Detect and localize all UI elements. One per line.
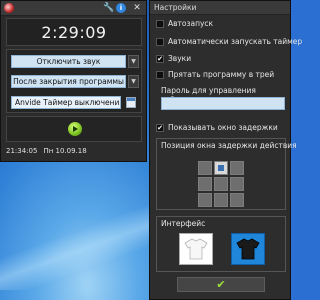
ok-button[interactable]: ✔ xyxy=(177,277,265,292)
chevron-down-icon[interactable]: ▼ xyxy=(128,75,139,88)
sound-dropdown[interactable]: Отключить звук ▼ xyxy=(11,55,139,68)
show-delay-option[interactable]: ✔ Показывать окно задержки xyxy=(156,123,278,132)
autorun-timer-checkbox[interactable] xyxy=(156,37,164,46)
play-icon xyxy=(73,126,78,132)
task-name-field[interactable]: Anvide Таймер выключения xyxy=(11,96,121,109)
status-date: Пн 10.09.18 xyxy=(43,147,87,155)
desktop-light-stripe xyxy=(0,200,150,290)
show-delay-label: Показывать окно задержки xyxy=(168,123,278,132)
autostart-label: Автозапуск xyxy=(168,19,214,28)
interface-title: Интерфейс xyxy=(161,219,206,228)
close-icon[interactable]: ✕ xyxy=(132,3,142,13)
info-icon[interactable]: i xyxy=(116,3,126,13)
delay-position-title: Позиция окна задержки действия xyxy=(161,141,297,150)
chevron-down-icon[interactable]: ▼ xyxy=(128,55,139,68)
status-time: 21:34:05 xyxy=(6,147,38,155)
sounds-checkbox[interactable]: ✔ xyxy=(156,54,164,63)
play-panel xyxy=(6,116,142,142)
show-delay-checkbox[interactable]: ✔ xyxy=(156,123,164,132)
play-button[interactable] xyxy=(68,122,82,136)
position-grid xyxy=(198,161,244,207)
position-cell-middle-right[interactable] xyxy=(230,177,244,191)
autostart-option[interactable]: Автозапуск xyxy=(156,19,213,28)
interface-section: Интерфейс xyxy=(156,216,286,272)
black-shirt-icon xyxy=(236,238,260,260)
position-cell-middle-center[interactable] xyxy=(214,177,228,191)
timer-controls: Отключить звук ▼ После закрытия программ… xyxy=(6,49,142,113)
sounds-option[interactable]: ✔ Звуки xyxy=(156,54,191,63)
app-logo-icon xyxy=(4,3,14,13)
action-dropdown[interactable]: После закрытия программы ▼ xyxy=(11,75,139,88)
timer-titlebar: 🔧 i ✕ xyxy=(1,1,146,16)
sounds-label: Звуки xyxy=(168,54,192,63)
timer-clock: 2:29:09 xyxy=(41,22,107,42)
hide-tray-label: Прятать программу в трей xyxy=(168,70,275,79)
autorun-timer-label: Автоматически запускать таймер xyxy=(168,37,303,46)
position-cell-bottom-center[interactable] xyxy=(214,193,228,207)
clock-panel: 2:29:09 xyxy=(6,18,142,46)
checkmark-icon: ✔ xyxy=(216,278,226,291)
calendar-icon[interactable] xyxy=(126,97,136,108)
autostart-checkbox[interactable] xyxy=(156,19,164,28)
white-shirt-icon xyxy=(184,238,208,260)
theme-white-option[interactable] xyxy=(179,233,213,265)
delay-position-section: Позиция окна задержки действия xyxy=(156,138,297,210)
tools-icon[interactable]: 🔧 xyxy=(103,3,114,13)
position-cell-bottom-right[interactable] xyxy=(230,193,244,207)
password-input[interactable] xyxy=(161,97,285,110)
position-cell-top-right[interactable] xyxy=(230,161,244,175)
action-dropdown-value[interactable]: После закрытия программы xyxy=(11,75,126,88)
position-cell-middle-left[interactable] xyxy=(198,177,212,191)
position-cell-bottom-left[interactable] xyxy=(198,193,212,207)
settings-title: Настройки xyxy=(150,1,290,15)
theme-dark-option[interactable] xyxy=(231,233,265,265)
autorun-timer-option[interactable]: Автоматически запускать таймер xyxy=(156,37,302,46)
hide-tray-checkbox[interactable] xyxy=(156,70,164,79)
position-cell-top-left[interactable] xyxy=(198,161,212,175)
position-cell-top-center[interactable] xyxy=(214,161,228,175)
status-bar: 21:34:05 Пн 10.09.18 xyxy=(6,145,142,157)
settings-window: Настройки Автозапуск Автоматически запус… xyxy=(149,0,302,300)
hide-tray-option[interactable]: Прятать программу в трей xyxy=(156,70,274,79)
sound-dropdown-value[interactable]: Отключить звук xyxy=(11,55,126,68)
timer-window: 🔧 i ✕ 2:29:09 Отключить звук ▼ После зак… xyxy=(0,0,147,162)
